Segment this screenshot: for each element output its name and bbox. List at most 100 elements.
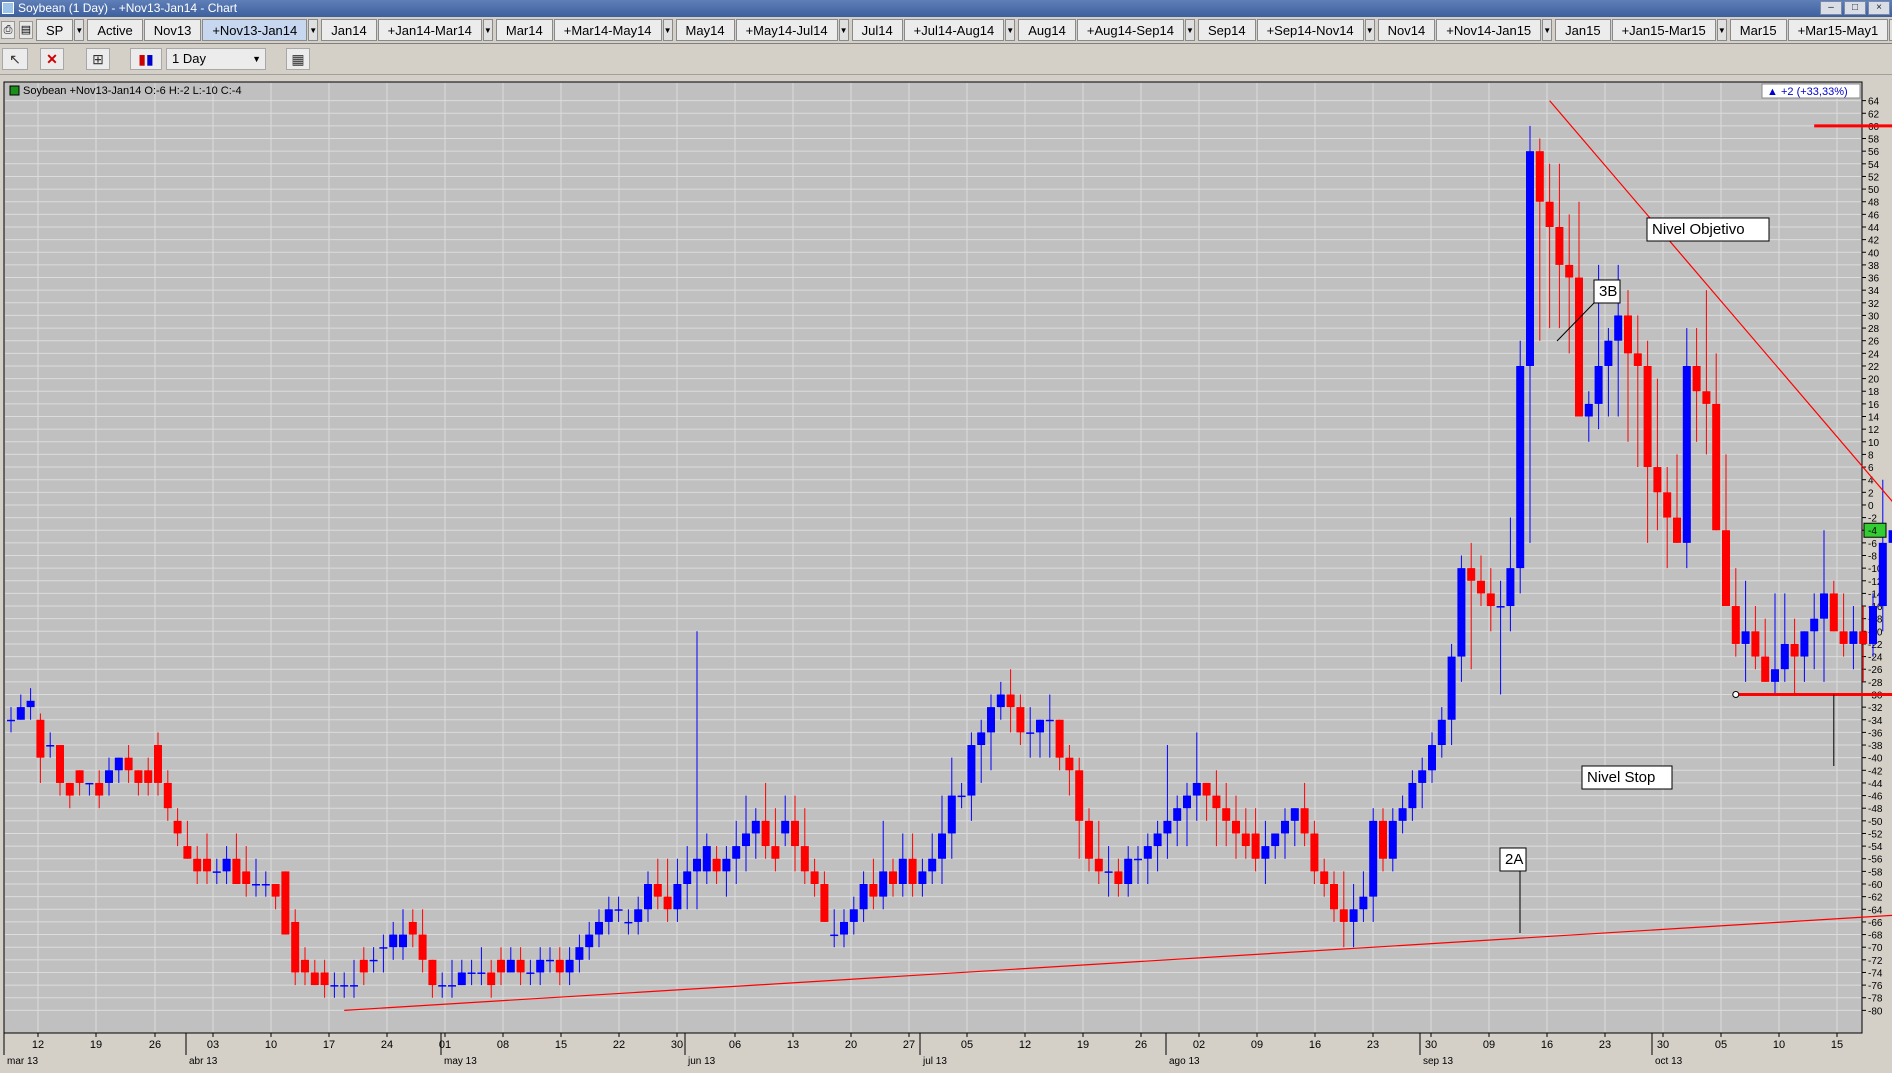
candle-body xyxy=(26,700,35,708)
tab-dropdown-arrow-icon[interactable]: ▼ xyxy=(1716,19,1727,41)
candle-body xyxy=(644,884,652,910)
last-price-label: -4 xyxy=(1868,526,1877,537)
tab-dropdown-arrow-icon[interactable]: ▼ xyxy=(308,19,319,41)
candle-body xyxy=(673,884,682,910)
candle-body xyxy=(379,947,388,949)
x-tick-label: 22 xyxy=(613,1039,625,1051)
candle-body xyxy=(614,909,623,911)
tab-jan15-mar15[interactable]: +Jan15-Mar15 xyxy=(1611,19,1716,41)
candle-body xyxy=(359,959,368,973)
tab-dropdown-arrow-icon[interactable]: ▼ xyxy=(482,19,493,41)
tab-aug14-sep14[interactable]: +Aug14-Sep14 xyxy=(1076,19,1184,41)
tab-dropdown-arrow-icon[interactable]: ▼ xyxy=(74,19,85,41)
candle-body xyxy=(1839,631,1848,644)
candle-body xyxy=(56,745,64,783)
tab-mar15-may1[interactable]: +Mar15-May1 xyxy=(1787,19,1889,41)
tab-jan14-mar14[interactable]: +Jan14-Mar14 xyxy=(377,19,482,41)
x-tick-label: 12 xyxy=(32,1039,44,1051)
zoom-icon[interactable]: ⊞ xyxy=(86,48,110,70)
chart-settings-icon[interactable]: ▤ xyxy=(19,21,33,39)
layout-icon[interactable]: ▦ xyxy=(286,48,310,70)
close-button[interactable]: × xyxy=(1868,1,1890,15)
candle-body xyxy=(840,921,848,935)
candle-body xyxy=(722,858,731,872)
x-tick-label: 10 xyxy=(265,1039,277,1051)
y-tick-label: 50 xyxy=(1868,185,1880,196)
tab-dropdown-arrow-icon[interactable]: ▼ xyxy=(838,19,849,41)
tab-nov14-jan15[interactable]: +Nov14-Jan15 xyxy=(1436,19,1542,41)
x-month-label: ago 13 xyxy=(1169,1056,1200,1067)
tab-mar14[interactable]: Mar14 xyxy=(495,19,553,41)
minimize-button[interactable]: – xyxy=(1820,1,1842,15)
tab-dropdown-arrow-icon[interactable]: ▼ xyxy=(1005,19,1016,41)
candle-body xyxy=(1212,795,1221,809)
chart-type-icon[interactable]: ▮▮ xyxy=(130,48,162,70)
print-icon[interactable]: ⎙ xyxy=(1,21,15,39)
tab-active[interactable]: Active xyxy=(87,19,143,41)
tab-jul14[interactable]: Jul14 xyxy=(851,19,903,41)
candle-body xyxy=(1447,656,1456,720)
tab-aug14[interactable]: Aug14 xyxy=(1018,19,1076,41)
y-tick-label: -56 xyxy=(1868,855,1883,866)
interval-select[interactable]: 1 Day ▼ xyxy=(166,48,266,70)
candle-body xyxy=(1026,732,1035,734)
cursor-tool-icon[interactable]: ↖ xyxy=(2,48,28,70)
y-tick-label: -8 xyxy=(1868,552,1877,563)
y-tick-label: 20 xyxy=(1868,375,1880,386)
tab-dropdown-arrow-icon[interactable]: ▼ xyxy=(1184,19,1195,41)
candle-body xyxy=(1682,365,1691,543)
tab-jan15[interactable]: Jan15 xyxy=(1555,19,1611,41)
tab-may14[interactable]: May14 xyxy=(675,19,735,41)
candle-body xyxy=(1771,669,1779,682)
tab-nov13-jan14[interactable]: +Nov13-Jan14 xyxy=(202,19,308,41)
app-icon xyxy=(2,2,14,14)
tab-dropdown-arrow-icon[interactable]: ▼ xyxy=(1542,19,1553,41)
delete-drawing-icon[interactable]: ✕ xyxy=(40,48,64,70)
candle-body xyxy=(693,858,701,872)
candle-body xyxy=(791,820,799,847)
y-tick-label: -52 xyxy=(1868,829,1883,840)
candle-body xyxy=(712,858,721,872)
candle-body xyxy=(1849,631,1858,644)
candlestick-chart[interactable]: 6462605856545250484644424038363432302826… xyxy=(0,78,1892,1068)
y-tick-label: -42 xyxy=(1868,766,1883,777)
maximize-button[interactable]: □ xyxy=(1844,1,1866,15)
candle-body xyxy=(634,909,643,922)
x-tick-label: 09 xyxy=(1251,1039,1263,1051)
candle-body xyxy=(1202,782,1211,796)
candle-body xyxy=(1428,745,1436,771)
candle-body xyxy=(1251,833,1260,859)
candle-body xyxy=(742,833,750,847)
tab-mar14-may14[interactable]: +Mar14-May14 xyxy=(553,19,662,41)
tab-nov14[interactable]: Nov14 xyxy=(1377,19,1436,41)
tab-jan14[interactable]: Jan14 xyxy=(321,19,377,41)
tab-nov13[interactable]: Nov13 xyxy=(143,19,202,41)
window-titlebar: Soybean (1 Day) - +Nov13-Jan14 - Chart –… xyxy=(0,0,1892,17)
tab-dropdown-arrow-icon[interactable]: ▼ xyxy=(662,19,673,41)
candle-body xyxy=(879,871,888,897)
tab-sep14[interactable]: Sep14 xyxy=(1197,19,1256,41)
candle-body xyxy=(1134,858,1142,861)
y-tick-label: -76 xyxy=(1868,981,1883,992)
candle-body xyxy=(967,745,976,796)
y-tick-label: 60 xyxy=(1868,122,1880,133)
candle-body xyxy=(7,719,15,722)
x-tick-label: 10 xyxy=(1773,1039,1785,1051)
candle-body xyxy=(1153,833,1162,847)
candle-body xyxy=(340,985,349,987)
tab-sep14-nov14[interactable]: +Sep14-Nov14 xyxy=(1256,19,1364,41)
y-tick-label: -28 xyxy=(1868,678,1883,689)
x-tick-label: 03 xyxy=(207,1039,219,1051)
candle-body xyxy=(1339,909,1348,922)
candle-body xyxy=(1643,365,1652,468)
tab-may14-jul14[interactable]: +May14-Jul14 xyxy=(735,19,838,41)
candle-body xyxy=(1810,618,1819,632)
tab-jul14-aug14[interactable]: +Jul14-Aug14 xyxy=(903,19,1005,41)
chart-info-label: Soybean +Nov13-Jan14 O:-6 H:-2 L:-10 C:-… xyxy=(23,85,242,97)
candle-body xyxy=(1349,909,1358,922)
tab-sp[interactable]: SP xyxy=(36,19,74,41)
candle-body xyxy=(751,820,760,834)
tab-dropdown-arrow-icon[interactable]: ▼ xyxy=(1364,19,1375,41)
chart-area[interactable]: 64 62 60 58 56 54 52 50 48 46 44 42 40 38 36 34 32 30 28 26… xyxy=(0,78,1892,1068)
tab-mar15[interactable]: Mar15 xyxy=(1729,19,1787,41)
